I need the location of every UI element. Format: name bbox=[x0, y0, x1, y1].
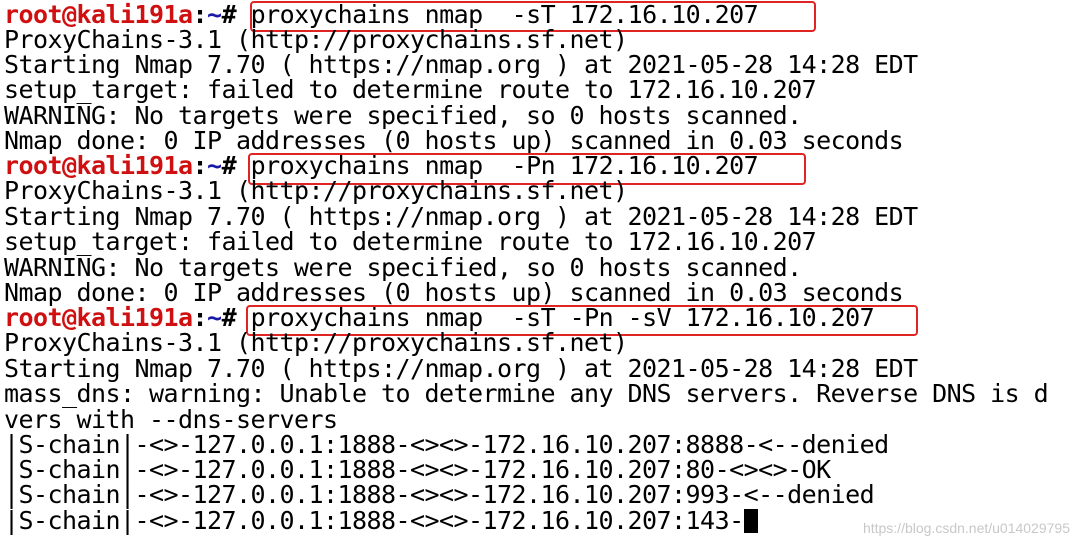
output-line: vers with --dns-servers bbox=[4, 405, 338, 434]
output-line: Starting Nmap 7.70 ( https://nmap.org ) … bbox=[4, 202, 918, 231]
output-line: WARNING: No targets were specified, so 0… bbox=[4, 253, 802, 282]
output-line: |S-chain|-<>-127.0.0.1:1888-<><>-172.16.… bbox=[4, 480, 875, 509]
output-line: Nmap done: 0 IP addresses (0 hosts up) s… bbox=[4, 126, 904, 155]
output-text: |S-chain|-<>-127.0.0.1:1888-<><>-172.16.… bbox=[4, 506, 744, 535]
output-line: Starting Nmap 7.70 ( https://nmap.org ) … bbox=[4, 354, 918, 383]
output-line-last: |S-chain|-<>-127.0.0.1:1888-<><>-172.16.… bbox=[4, 508, 758, 533]
terminal-cursor bbox=[743, 509, 758, 533]
output-line: ProxyChains-3.1 (http://proxychains.sf.n… bbox=[4, 328, 628, 357]
output-line: setup_target: failed to determine route … bbox=[4, 75, 817, 104]
output-line: WARNING: No targets were specified, so 0… bbox=[4, 101, 802, 130]
output-line: |S-chain|-<>-127.0.0.1:1888-<><>-172.16.… bbox=[4, 430, 889, 459]
terminal-window[interactable]: root@kali191a:~# proxychains nmap -sT 17… bbox=[0, 0, 1080, 548]
output-line: ProxyChains-3.1 (http://proxychains.sf.n… bbox=[4, 25, 628, 54]
output-line: |S-chain|-<>-127.0.0.1:1888-<><>-172.16.… bbox=[4, 455, 831, 484]
watermark-text: https://blog.csdn.net/u014029795 bbox=[862, 520, 1070, 536]
output-line: Nmap done: 0 IP addresses (0 hosts up) s… bbox=[4, 278, 904, 307]
output-line: mass_dns: warning: Unable to determine a… bbox=[4, 379, 1049, 408]
output-line: Starting Nmap 7.70 ( https://nmap.org ) … bbox=[4, 50, 918, 79]
output-line: ProxyChains-3.1 (http://proxychains.sf.n… bbox=[4, 176, 628, 205]
output-line: setup_target: failed to determine route … bbox=[4, 227, 817, 256]
